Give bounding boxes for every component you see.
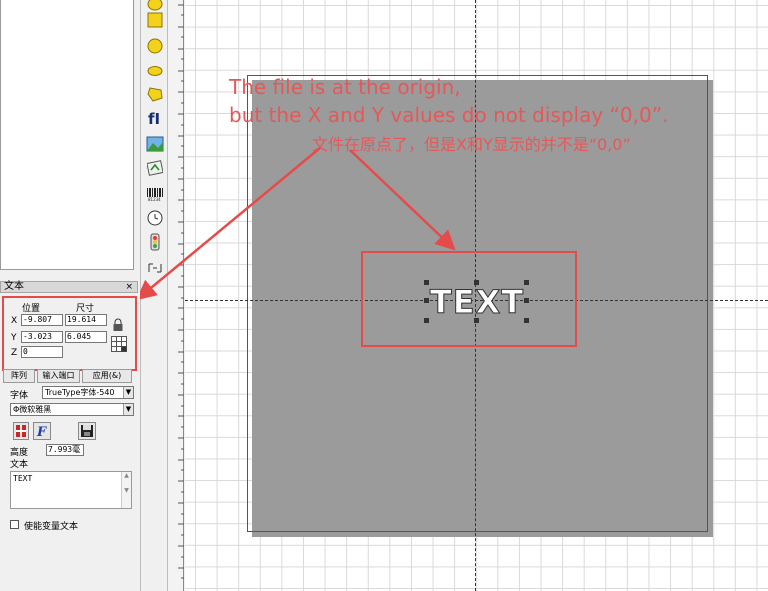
text-label: 文本 bbox=[10, 460, 29, 470]
selection-handle[interactable] bbox=[424, 280, 429, 285]
height-input[interactable]: 7.993毫 bbox=[46, 444, 84, 456]
font-name-select[interactable]: Φ微软雅黑 ▼ bbox=[10, 403, 134, 416]
input-port-button[interactable]: 输入端口 bbox=[37, 369, 80, 383]
x-position-input[interactable]: -9.807 bbox=[21, 314, 63, 326]
svg-text:fI: fI bbox=[148, 110, 160, 126]
delay-tool-icon[interactable] bbox=[145, 258, 165, 278]
array-button[interactable]: 阵列 bbox=[3, 369, 35, 383]
size-column-label: 尺寸 bbox=[76, 304, 95, 314]
variable-text-label: 使能变量文本 bbox=[24, 522, 79, 532]
font-name-value: Φ微软雅黑 bbox=[13, 405, 52, 414]
save-icon[interactable] bbox=[78, 422, 96, 440]
clock-tool-icon[interactable] bbox=[145, 208, 165, 228]
ruler-ticks bbox=[178, 4, 184, 579]
z-label: Z bbox=[11, 348, 18, 358]
properties-panel: 文本 × 位置 尺寸 X -9.807 19.614 Y -3.023 6.04… bbox=[0, 281, 140, 591]
text-tool-icon[interactable]: fI bbox=[145, 108, 165, 128]
selection-handle[interactable] bbox=[524, 280, 529, 285]
polygon-tool-icon[interactable] bbox=[145, 84, 165, 104]
y-size-input[interactable]: 6.045 bbox=[65, 331, 107, 343]
font-settings-icon[interactable] bbox=[13, 422, 29, 440]
rectangle-tool-icon[interactable] bbox=[145, 10, 165, 30]
annotation-line-1: The file is at the origin, bbox=[229, 75, 461, 99]
text-area-scrollbar[interactable]: ▲ ▼ bbox=[121, 472, 131, 508]
annotation-line-2: but the X and Y values do not display “0… bbox=[229, 103, 669, 127]
y-position-input[interactable]: -3.023 bbox=[21, 331, 63, 343]
apply-button[interactable]: 应用(&) bbox=[82, 369, 132, 383]
z-position-input[interactable]: 0 bbox=[21, 346, 63, 358]
font-style-icon[interactable]: F bbox=[33, 422, 51, 440]
scroll-up-icon[interactable]: ▲ bbox=[122, 472, 131, 479]
vector-file-tool-icon[interactable] bbox=[145, 158, 165, 178]
image-tool-icon[interactable] bbox=[145, 134, 165, 154]
svg-text:81234: 81234 bbox=[148, 197, 161, 202]
svg-text:F: F bbox=[36, 425, 47, 440]
y-label: Y bbox=[11, 333, 17, 343]
io-port-tool-icon[interactable] bbox=[145, 232, 165, 252]
scroll-down-icon[interactable]: ▼ bbox=[122, 487, 131, 494]
selection-handle[interactable] bbox=[474, 280, 479, 285]
barcode-tool-icon[interactable]: 81234 bbox=[145, 184, 165, 204]
variable-text-checkbox[interactable] bbox=[10, 520, 19, 529]
object-list-panel[interactable] bbox=[0, 0, 134, 270]
x-size-input[interactable]: 19.614 bbox=[65, 314, 107, 326]
annotation-chinese: 文件在原点了，但是X和Y显示的并不是“0,0” bbox=[312, 135, 631, 154]
font-type-select[interactable]: TrueType字体-540 ▼ bbox=[42, 386, 134, 399]
selection-handle[interactable] bbox=[524, 298, 529, 303]
oval-tool-icon[interactable] bbox=[145, 60, 165, 80]
drawing-toolbar: fI 81234 bbox=[140, 0, 168, 591]
selection-handle[interactable] bbox=[424, 318, 429, 323]
lock-ratio-icon[interactable] bbox=[111, 318, 125, 332]
selection-handle[interactable] bbox=[474, 318, 479, 323]
x-label: X bbox=[11, 316, 18, 326]
text-content-area[interactable]: TEXT ▲ ▼ bbox=[10, 471, 132, 509]
chevron-down-icon: ▼ bbox=[123, 404, 133, 415]
annotation-english: The file is at the origin, but the X and… bbox=[229, 73, 668, 129]
position-column-label: 位置 bbox=[22, 304, 41, 314]
properties-title-bar: 文本 × bbox=[0, 281, 138, 293]
vertical-ruler bbox=[168, 0, 184, 591]
close-icon[interactable]: × bbox=[125, 282, 133, 292]
selection-handle[interactable] bbox=[524, 318, 529, 323]
chevron-down-icon: ▼ bbox=[123, 387, 133, 398]
font-type-value: TrueType字体-540 bbox=[45, 388, 115, 397]
text-object[interactable]: TEXT bbox=[429, 284, 525, 321]
circle-tool-icon[interactable] bbox=[145, 36, 165, 56]
selection-handle[interactable] bbox=[424, 298, 429, 303]
anchor-grid-icon[interactable] bbox=[111, 336, 127, 352]
properties-title: 文本 bbox=[4, 281, 24, 292]
text-content-value: TEXT bbox=[13, 474, 33, 483]
font-label: 字体 bbox=[10, 391, 29, 401]
